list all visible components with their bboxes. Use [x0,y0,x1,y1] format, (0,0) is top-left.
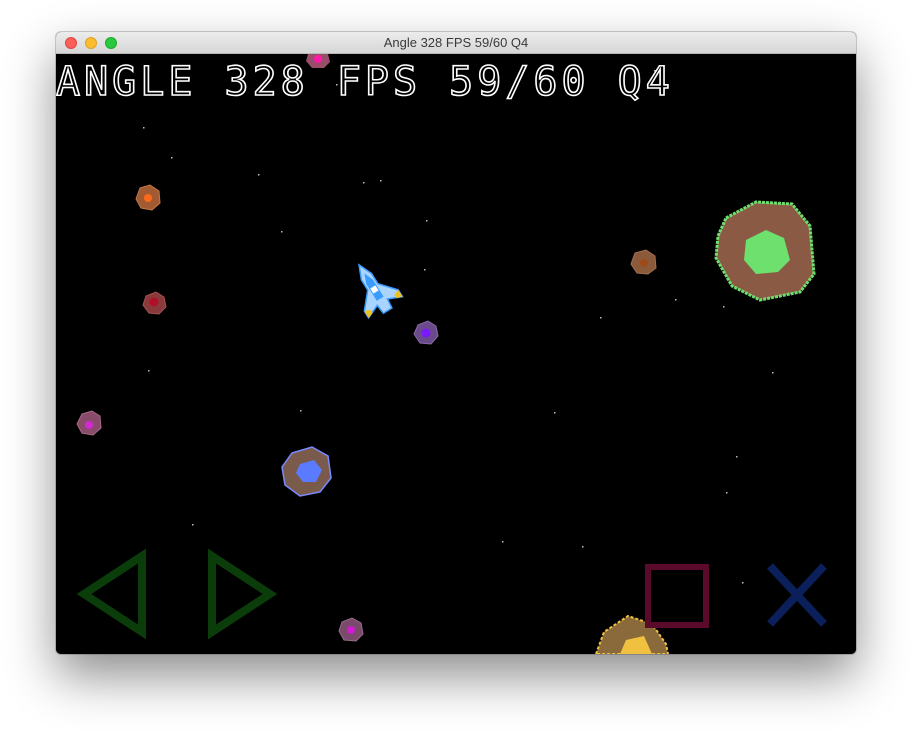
asteroid-purple [413,320,439,345]
left-triangle-icon [76,548,146,640]
rotate-left-button[interactable] [76,548,146,640]
player-ship [358,263,404,320]
asteroid-yellow-bottom [594,614,670,654]
cross-icon [767,563,827,627]
asteroid-green-large [714,200,816,302]
cross-action-button[interactable] [767,563,827,627]
game-scene: ANGLE 328 FPS 59/60 Q4 [56,54,827,654]
game-canvas[interactable]: ANGLE 328 FPS 59/60 Q4 [56,54,856,654]
square-icon [645,564,709,628]
starfield [143,70,774,584]
app-window: Angle 328 FPS 59/60 Q4 ANGLE 328 FPS 59/… [56,32,856,654]
hud-status-text: ANGLE 328 FPS 59/60 Q4 [56,59,674,105]
asteroid-brown-small [630,249,657,275]
asteroid-orange [135,184,161,211]
square-action-button[interactable] [645,564,709,628]
asteroid-blue [281,446,332,497]
asteroid-red [142,291,167,315]
right-triangle-icon [208,548,278,640]
window-title: Angle 328 FPS 59/60 Q4 [383,35,529,50]
rotate-right-button[interactable] [208,548,278,640]
asteroid-pink-left [76,410,102,436]
asteroid-magenta-bottom [338,617,364,642]
title-bar: Angle 328 FPS 59/60 Q4 [56,32,856,54]
